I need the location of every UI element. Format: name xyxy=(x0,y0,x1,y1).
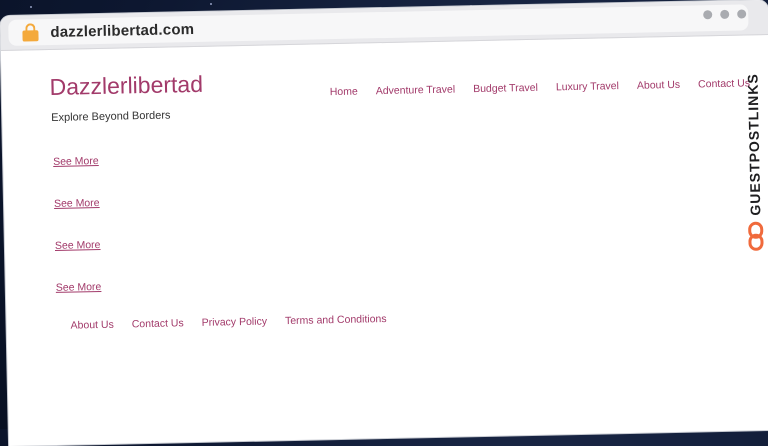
see-more-link[interactable]: See More xyxy=(53,155,99,168)
nav-adventure-travel[interactable]: Adventure Travel xyxy=(376,84,456,98)
nav-luxury-travel[interactable]: Luxury Travel xyxy=(556,80,619,93)
window-dot-icon[interactable] xyxy=(720,9,730,19)
url-text[interactable]: dazzlerlibertad.com xyxy=(50,20,194,40)
window-controls xyxy=(703,9,747,20)
footer-links: About Us Contact Us Privacy Policy Terms… xyxy=(70,313,386,332)
site-title[interactable]: Dazzlerlibertad xyxy=(49,71,203,101)
see-more-link[interactable]: See More xyxy=(55,239,101,252)
footer-about-us[interactable]: About Us xyxy=(70,319,113,332)
nav-home[interactable]: Home xyxy=(330,86,358,99)
lock-icon xyxy=(22,23,39,42)
window-dot-icon[interactable] xyxy=(703,10,713,20)
star xyxy=(210,3,212,5)
browser-window: dazzlerlibertad.com Dazzlerlibertad Expl… xyxy=(0,0,768,446)
see-more-link[interactable]: See More xyxy=(56,281,102,294)
footer-terms[interactable]: Terms and Conditions xyxy=(285,313,387,327)
web-page: Dazzlerlibertad Explore Beyond Borders H… xyxy=(1,35,768,446)
main-nav: Home Adventure Travel Budget Travel Luxu… xyxy=(330,77,751,98)
site-tagline: Explore Beyond Borders xyxy=(51,109,171,124)
footer-privacy-policy[interactable]: Privacy Policy xyxy=(202,316,268,329)
guestpostlinks-watermark: GUESTPOSTLINKS xyxy=(739,73,768,274)
chain-link-icon xyxy=(748,222,764,252)
nav-budget-travel[interactable]: Budget Travel xyxy=(473,82,538,95)
nav-about-us[interactable]: About Us xyxy=(637,79,680,92)
star xyxy=(30,6,32,8)
watermark-text: GUESTPOSTLINKS xyxy=(744,73,764,216)
footer-contact-us[interactable]: Contact Us xyxy=(132,317,184,330)
see-more-link[interactable]: See More xyxy=(54,197,100,210)
window-dot-icon[interactable] xyxy=(737,9,747,19)
